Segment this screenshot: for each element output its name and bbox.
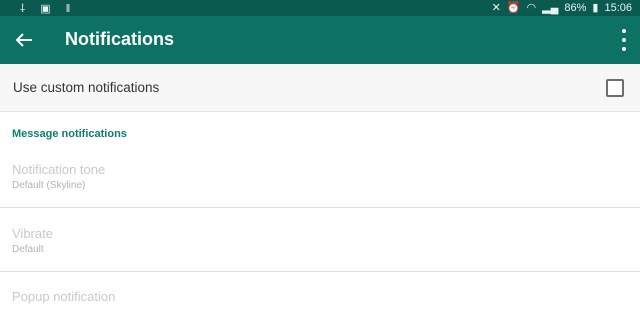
battery-percent: 86% [564, 1, 587, 14]
notification-tone-title: Notification tone [12, 162, 106, 177]
status-right-icons: ✕ ⏰ ◠ ▂▄ 86% ▮ 15:06 [491, 1, 632, 15]
app-bar: Notifications [0, 16, 640, 64]
popup-notification-title: Popup notification [12, 289, 116, 304]
status-bar: ⸸ ▣ ‖ ✕ ⏰ ◠ ▂▄ 86% ▮ 15:06 [0, 0, 640, 16]
mute-icon: ✕ [491, 2, 501, 14]
usb-icon: ⸸ [20, 3, 32, 15]
pause-icon: ‖ [65, 3, 77, 15]
more-options-button[interactable] [616, 29, 632, 51]
vibrate-title: Vibrate [12, 226, 53, 241]
clock: 15:06 [604, 1, 632, 14]
alarm-icon: ⏰ [506, 2, 521, 14]
battery-icon: ▮ [592, 2, 599, 14]
notification-tone-pref[interactable]: Notification tone Default (Skyline) [0, 147, 640, 208]
custom-notifications-row[interactable]: Use custom notifications [0, 64, 640, 112]
more-vert-icon [622, 29, 626, 33]
custom-notifications-label: Use custom notifications [13, 80, 160, 95]
wifi-icon: ◠ [526, 2, 537, 14]
section-header: Message notifications [12, 128, 127, 140]
vibrate-pref[interactable]: Vibrate Default [0, 208, 640, 272]
vibrate-summary: Default [12, 244, 44, 255]
notification-tone-summary: Default (Skyline) [12, 180, 86, 191]
gallery-icon: ▣ [40, 3, 57, 15]
arrow-left-icon [15, 33, 32, 47]
custom-notifications-checkbox[interactable] [606, 79, 624, 97]
page-title: Notifications [65, 29, 175, 49]
signal-icon: ▂▄ [542, 2, 559, 14]
popup-notification-pref[interactable]: Popup notification [0, 272, 640, 312]
status-left-icons: ⸸ ▣ ‖ [20, 1, 76, 16]
back-button[interactable] [10, 28, 38, 52]
